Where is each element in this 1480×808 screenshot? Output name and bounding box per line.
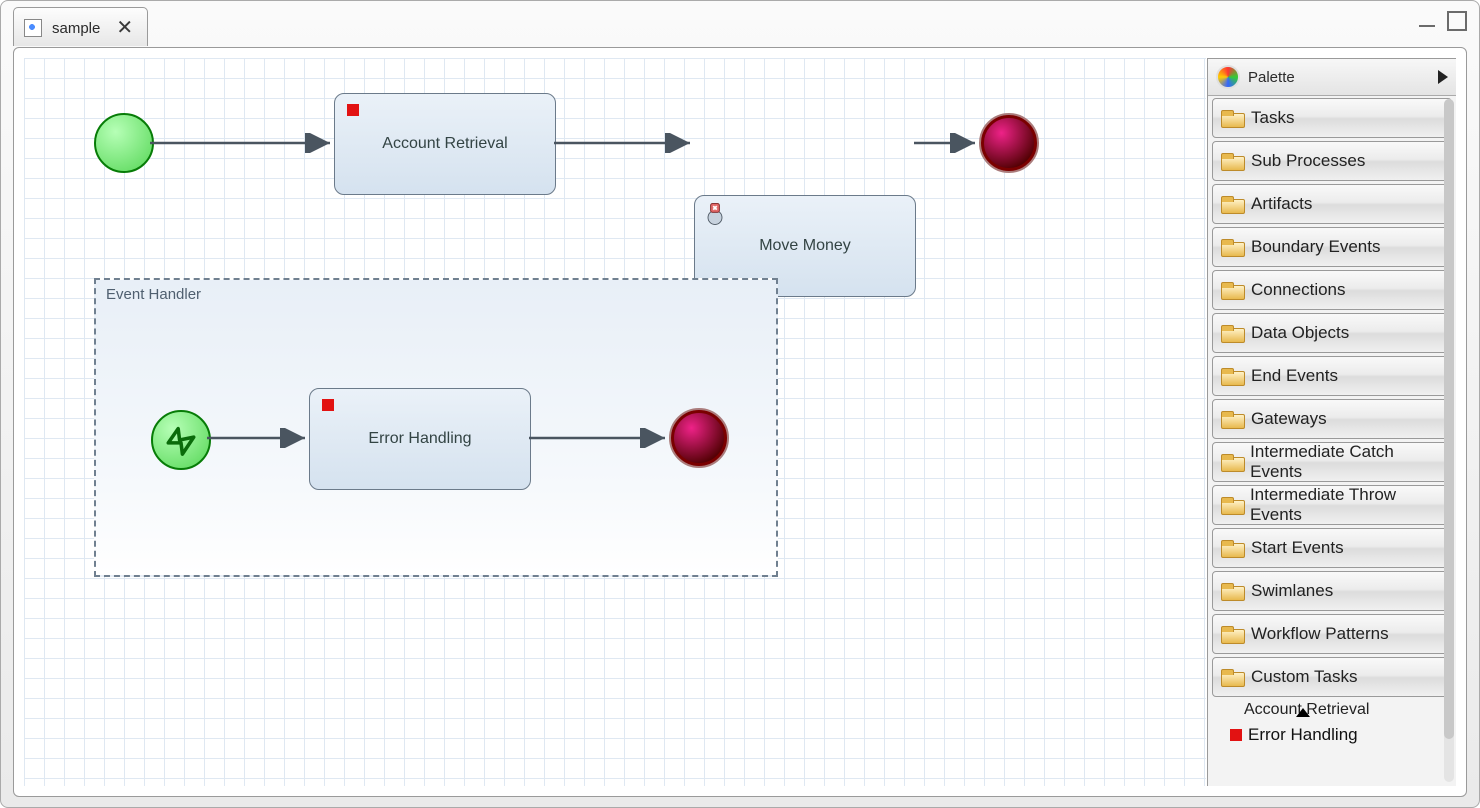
drawer-sub-processes[interactable]: Sub Processes — [1212, 141, 1452, 181]
start-event[interactable] — [94, 113, 154, 173]
palette-title: Palette — [1248, 69, 1295, 86]
palette: Palette Tasks Sub Processes Artifacts Bo… — [1207, 58, 1456, 786]
folder-icon — [1221, 540, 1243, 556]
custom-task-marker-icon — [1230, 729, 1242, 741]
event-subprocess[interactable]: Event Handler Error Handling — [94, 278, 778, 577]
drawer-label: End Events — [1251, 366, 1338, 386]
drawer-label: Intermediate Throw Events — [1250, 485, 1443, 525]
sequence-flow[interactable] — [150, 133, 334, 153]
folder-icon — [1221, 411, 1243, 427]
end-event-sub[interactable] — [669, 408, 729, 468]
main-panel: Account Retrieval Move Money — [13, 47, 1467, 797]
tab-label: sample — [52, 20, 100, 37]
folder-icon — [1221, 325, 1243, 341]
drawer-label: Tasks — [1251, 108, 1294, 128]
drawer-boundary-events[interactable]: Boundary Events — [1212, 227, 1452, 267]
drawer-label: Connections — [1251, 280, 1346, 300]
sequence-flow[interactable] — [914, 133, 979, 153]
palette-icon — [1216, 65, 1240, 89]
editor-window: sample ✕ Account Retrieval Move Money — [0, 0, 1480, 808]
sequence-flow[interactable] — [529, 428, 669, 448]
folder-icon — [1221, 497, 1242, 513]
folder-icon — [1221, 583, 1243, 599]
drawer-custom-tasks[interactable]: Custom Tasks — [1212, 657, 1452, 697]
drawer-workflow-patterns[interactable]: Workflow Patterns — [1212, 614, 1452, 654]
folder-icon — [1221, 368, 1243, 384]
folder-icon — [1221, 282, 1243, 298]
drawer-artifacts[interactable]: Artifacts — [1212, 184, 1452, 224]
file-icon — [24, 19, 42, 37]
drawer-label: Custom Tasks — [1251, 667, 1357, 687]
drawer-end-events[interactable]: End Events — [1212, 356, 1452, 396]
folder-icon — [1221, 153, 1243, 169]
end-event-top[interactable] — [979, 113, 1039, 173]
sequence-flow[interactable] — [554, 133, 694, 153]
drawer-label: Artifacts — [1251, 194, 1312, 214]
subprocess-label: Event Handler — [106, 286, 201, 303]
close-icon[interactable]: ✕ — [116, 18, 133, 38]
drawer-label: Boundary Events — [1251, 237, 1380, 257]
sequence-flow[interactable] — [207, 428, 309, 448]
folder-icon — [1221, 454, 1242, 470]
drawer-label: Start Events — [1251, 538, 1344, 558]
drawer-data-objects[interactable]: Data Objects — [1212, 313, 1452, 353]
diagram-canvas[interactable]: Account Retrieval Move Money — [24, 58, 1206, 786]
task-label: Error Handling — [368, 430, 471, 448]
drawer-label: Intermediate Catch Events — [1250, 442, 1443, 482]
window-buttons — [1419, 11, 1467, 31]
minimize-icon[interactable] — [1419, 19, 1435, 27]
triangle-up-icon — [1296, 708, 1310, 717]
drawer-label: Sub Processes — [1251, 151, 1365, 171]
maximize-icon[interactable] — [1447, 11, 1467, 31]
folder-icon — [1221, 196, 1243, 212]
folder-icon — [1221, 626, 1243, 642]
palette-scroll: Tasks Sub Processes Artifacts Boundary E… — [1208, 95, 1456, 786]
drawer-gateways[interactable]: Gateways — [1212, 399, 1452, 439]
scrollbar-thumb[interactable] — [1444, 99, 1454, 739]
drawer-label: Gateways — [1251, 409, 1327, 429]
task-error-handling[interactable]: Error Handling — [309, 388, 531, 490]
drawer-label: Data Objects — [1251, 323, 1349, 343]
drawer-intermediate-throw[interactable]: Intermediate Throw Events — [1212, 485, 1452, 525]
drawer-connections[interactable]: Connections — [1212, 270, 1452, 310]
folder-icon — [1221, 669, 1243, 685]
custom-task-marker-icon — [322, 399, 334, 411]
folder-icon — [1221, 110, 1243, 126]
drawer-swimlanes[interactable]: Swimlanes — [1212, 571, 1452, 611]
drawer-intermediate-catch[interactable]: Intermediate Catch Events — [1212, 442, 1452, 482]
folder-icon — [1221, 239, 1243, 255]
palette-scrollbar[interactable] — [1444, 99, 1454, 782]
editor-tab-sample[interactable]: sample ✕ — [13, 7, 148, 46]
drawer-tasks[interactable]: Tasks — [1212, 98, 1452, 138]
signal-start-event[interactable] — [151, 410, 211, 470]
chevron-right-icon[interactable] — [1438, 70, 1448, 84]
drawer-start-events[interactable]: Start Events — [1212, 528, 1452, 568]
task-label: Move Money — [759, 237, 851, 255]
palette-item-account-retrieval[interactable]: Account Retrieval — [1244, 701, 1448, 719]
drawer-label: Swimlanes — [1251, 581, 1333, 601]
custom-task-marker-icon — [347, 104, 359, 116]
palette-header[interactable]: Palette — [1208, 59, 1456, 96]
tab-bar: sample ✕ — [13, 7, 1467, 47]
task-account-retrieval[interactable]: Account Retrieval — [334, 93, 556, 195]
service-task-icon — [701, 200, 729, 228]
drawer-label: Workflow Patterns — [1251, 624, 1389, 644]
palette-item-label: Error Handling — [1248, 725, 1358, 745]
palette-item-error-handling[interactable]: Error Handling — [1230, 725, 1448, 745]
task-label: Account Retrieval — [382, 135, 507, 153]
